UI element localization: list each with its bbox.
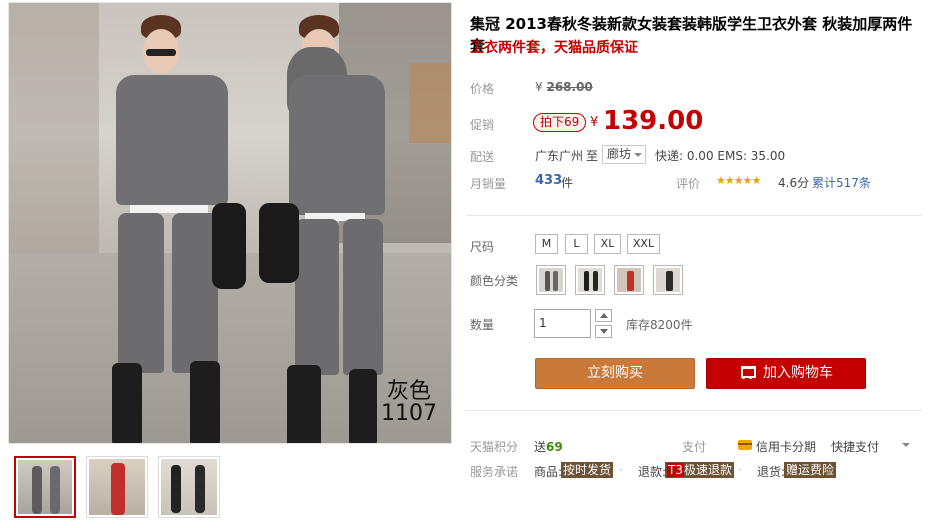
rating-score: 4.6分 [778, 176, 810, 190]
thumbnail-3[interactable] [158, 456, 220, 518]
price-label: 价格 [470, 82, 495, 96]
photo-background-sign [409, 63, 451, 143]
photo-tag-code: 1107 [381, 401, 437, 426]
model-front [104, 13, 254, 443]
color-swatch-3[interactable] [614, 265, 644, 295]
original-price-value: 268.00 [546, 80, 593, 94]
return-label: 退货: [757, 465, 786, 479]
color-swatch-4[interactable] [653, 265, 683, 295]
color-label: 颜色分类 [470, 274, 519, 288]
shipping-label: 配送 [470, 150, 495, 164]
chevron-down-icon[interactable] [902, 443, 910, 447]
quantity-label: 数量 [470, 318, 495, 332]
size-option-xxl[interactable]: XXL [627, 234, 660, 254]
quantity-increase-button[interactable] [595, 309, 612, 322]
chevron-down-icon [600, 329, 608, 334]
thumbnail-2[interactable] [86, 456, 148, 518]
service-promise-label: 服务承诺 [470, 465, 519, 479]
on-time-delivery-badge[interactable]: 按时发货 [561, 462, 614, 478]
product-subtitle: 卫衣两件套，天猫品质保证 [470, 40, 638, 56]
rating-stars-icon: ★★★★★ [716, 174, 761, 187]
model-side [259, 13, 399, 443]
color-swatch-1[interactable] [536, 265, 566, 295]
fast-refund-label: 极速退款 [683, 463, 732, 477]
credit-card-icon [738, 440, 752, 450]
shipping-insurance-badge[interactable]: 赠运费险 [784, 462, 837, 478]
chevron-down-icon [634, 153, 642, 157]
shipping-fee: 快递: 0.00 EMS: 35.00 [655, 149, 786, 163]
original-price-symbol: ¥ [535, 80, 543, 94]
separator-dot: · [619, 463, 623, 477]
promo-label: 促销 [470, 118, 495, 132]
refund-label: 退款: [638, 465, 667, 479]
t3-badge: T3 [667, 463, 684, 477]
photo-background-shop [9, 3, 99, 263]
payment-quick-pay[interactable]: 快捷支付 [831, 438, 879, 455]
currency-symbol: ¥ [590, 115, 599, 130]
size-option-m[interactable]: M [535, 234, 558, 254]
color-swatch-2[interactable] [575, 265, 605, 295]
shipping-origin: 广东广州 [535, 149, 584, 163]
fast-refund-badge[interactable]: T3极速退款 [665, 462, 734, 478]
photo-color-tag: 灰色 1107 [381, 381, 437, 425]
original-price: ¥ 268.00 [535, 80, 593, 94]
quantity-input[interactable]: 1 [534, 309, 591, 338]
quantity-decrease-button[interactable] [595, 325, 612, 338]
stock-count: 库存8200件 [626, 318, 693, 332]
review-count-link[interactable]: 累计517条 [812, 174, 871, 191]
shipping-to: 至 [586, 149, 599, 163]
promo-tag: 拍下69 [533, 113, 587, 132]
points-number: 69 [546, 440, 563, 454]
monthly-sales-count: 433 [535, 173, 563, 188]
points-value: 送69 [534, 438, 563, 455]
add-to-cart-button[interactable]: 加入购物车 [706, 358, 866, 389]
size-option-xl[interactable]: XL [594, 234, 621, 254]
main-product-photo[interactable]: 灰色 1107 [8, 2, 452, 444]
monthly-sales-unit: 件 [561, 176, 574, 190]
separator-dot: · [738, 463, 742, 477]
goods-label: 商品: [534, 465, 563, 479]
chevron-up-icon [600, 313, 608, 318]
photo-tag-color: 灰色 [386, 379, 431, 404]
payment-credit-installment[interactable]: 信用卡分期 [756, 438, 816, 455]
destination-value: 廊坊 [607, 147, 632, 161]
section-divider [466, 410, 922, 411]
size-option-l[interactable]: L [565, 234, 588, 254]
current-price: 139.00 [603, 106, 704, 136]
points-label: 天猫积分 [470, 440, 519, 454]
buy-now-button[interactable]: 立刻购买 [535, 358, 695, 389]
size-label: 尺码 [470, 240, 495, 254]
thumbnail-1[interactable] [14, 456, 76, 518]
destination-select[interactable]: 廊坊 [602, 145, 646, 164]
monthly-sales-label: 月销量 [470, 177, 507, 191]
rating-label: 评价 [676, 177, 701, 191]
thumbnail-strip [14, 456, 220, 518]
cart-icon [739, 366, 756, 379]
payment-label: 支付 [682, 440, 707, 454]
points-prefix: 送 [534, 440, 547, 454]
add-to-cart-label: 加入购物车 [763, 365, 833, 381]
